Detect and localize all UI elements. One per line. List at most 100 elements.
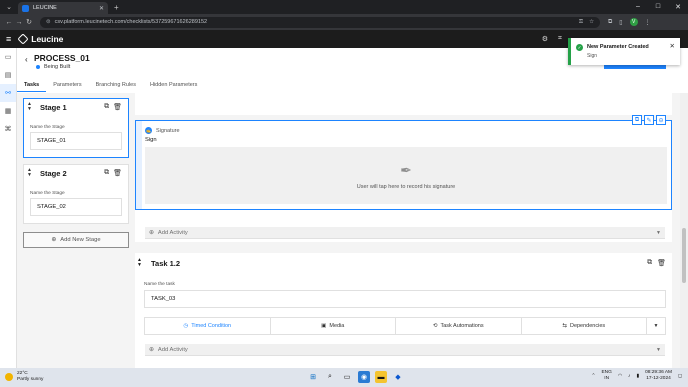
profile-avatar[interactable]: V <box>629 18 638 26</box>
omnibox-icons: ⚿ ☆ <box>579 19 594 26</box>
stages-panel: ▲ ▼ Stage 1 ⧉ 🗑 Name the Stage STAGE_01 ▲… <box>17 93 135 368</box>
sidebar-icon[interactable]: ▯ <box>619 19 622 26</box>
jobs-icon[interactable]: ▤ <box>0 66 16 84</box>
delete-icon[interactable]: 🗑 <box>657 259 666 267</box>
bookmark-star-icon[interactable]: ☆ <box>589 19 594 26</box>
task-view-icon[interactable]: ▭ <box>341 371 353 383</box>
stage-card[interactable]: ▲ ▼ Stage 1 ⧉ 🗑 Name the Stage STAGE_01 <box>23 98 129 158</box>
timed-condition-button[interactable]: ◷ Timed Condition <box>145 318 271 334</box>
new-tab-button[interactable]: + <box>114 3 119 12</box>
chrome-app-icon[interactable]: ◉ <box>358 371 370 383</box>
stage-name: Stage 2 <box>40 169 67 178</box>
tab-hidden-parameters[interactable]: Hidden Parameters <box>143 78 204 92</box>
task-automations-button[interactable]: ⟲ Task Automations <box>396 318 522 334</box>
app-logo-text: Leucine <box>31 34 64 44</box>
page-tabs: Tasks Parameters Branching Rules Hidden … <box>17 78 204 92</box>
add-activity-label: Add Activity <box>157 346 188 353</box>
add-activity-button[interactable]: ⊕ Add Activity ▼ <box>145 227 665 239</box>
page-scrollbar[interactable] <box>680 93 688 368</box>
hamburger-menu-icon[interactable]: ≡ <box>6 34 11 44</box>
password-key-icon[interactable]: ⚿ <box>579 19 583 26</box>
inbox-icon[interactable]: ▭ <box>0 48 16 66</box>
notification-icon[interactable]: ◻ <box>678 374 682 379</box>
copy-icon[interactable]: ⧉ <box>104 103 109 111</box>
plus-circle-icon: ⊕ <box>51 237 57 243</box>
address-bar: ← → ↻ ⊜ csv.platform.leucinetech.com/che… <box>0 14 688 30</box>
windows-start-icon[interactable]: ⊞ <box>307 371 319 383</box>
parameter-type: ✍ Signature <box>145 127 180 134</box>
chevron-down-icon[interactable]: ▼ <box>656 347 661 353</box>
maximize-icon[interactable]: □ <box>648 3 668 11</box>
drag-handle[interactable] <box>136 121 142 209</box>
task-name-input[interactable]: TASK_03 <box>144 290 666 308</box>
add-activity-label: Add Activity <box>157 229 188 236</box>
date: 17-12-2024 <box>646 376 671 381</box>
back-icon[interactable]: ← <box>4 19 14 26</box>
stage-name-input[interactable]: STAGE_02 <box>30 198 122 216</box>
tab-tasks[interactable]: Tasks <box>17 78 47 92</box>
browser-tab-title: LEUCINE <box>33 5 57 11</box>
weather-widget[interactable]: 22°C Partly sunny <box>5 371 43 383</box>
copy-icon[interactable]: ⧉ <box>104 169 109 177</box>
file-explorer-icon[interactable]: ▬ <box>375 371 387 383</box>
success-toast: ✓ New Parameter Created Sign ✕ <box>568 38 680 65</box>
add-new-stage-button[interactable]: ⊕ Add New Stage <box>23 232 129 248</box>
edit-pencil-icon[interactable]: ✎ <box>644 115 654 125</box>
language-indicator[interactable]: ENG IN <box>601 370 611 382</box>
more-dropdown-icon[interactable]: ▼ <box>647 318 665 334</box>
delete-icon[interactable]: 🗑 <box>113 169 122 177</box>
parameter-tools: ⧉ ✎ ⊖ <box>632 115 666 125</box>
system-tray: ⌃ ENG IN ◠ ♪ ▮ 08:29:36 AM 17-12-2024 ◻ <box>591 370 682 382</box>
dependencies-button[interactable]: ⇆ Dependencies <box>522 318 647 334</box>
back-arrow-icon[interactable]: ‹ <box>25 55 28 64</box>
processes-icon[interactable]: ⚯ <box>0 84 16 102</box>
delete-icon[interactable]: 🗑 <box>113 103 122 111</box>
close-toast-icon[interactable]: ✕ <box>670 42 675 50</box>
search-icon[interactable]: ⌕ <box>324 371 336 383</box>
tab-branching-rules[interactable]: Branching Rules <box>89 78 143 92</box>
extensions-icon[interactable]: ⧉ <box>608 19 612 26</box>
calendar-icon[interactable]: ▦ <box>0 102 16 120</box>
ontology-icon[interactable]: ⌘ <box>0 120 16 138</box>
battery-icon[interactable]: ▮ <box>636 374 639 379</box>
task-title: Task 1.2 <box>151 259 181 268</box>
signature-parameter-card[interactable]: ⧉ ✎ ⊖ ✍ Signature Sign ✒ User will tap h… <box>135 115 672 210</box>
os-taskbar: 22°C Partly sunny ⊞ ⌕ ▭ ◉ ▬ ◆ ⌃ ENG IN ◠… <box>0 368 688 387</box>
forward-icon[interactable]: → <box>14 19 24 26</box>
minimize-icon[interactable]: – <box>628 3 648 11</box>
stage-name-input[interactable]: STAGE_01 <box>30 132 122 150</box>
vscode-icon[interactable]: ◆ <box>392 371 404 383</box>
close-tab-icon[interactable]: ✕ <box>99 5 104 12</box>
close-window-icon[interactable]: ✕ <box>668 3 688 11</box>
volume-icon[interactable]: ♪ <box>628 374 630 379</box>
copy-icon[interactable]: ⧉ <box>632 115 642 125</box>
reload-icon[interactable]: ↻ <box>24 18 34 26</box>
tray-chevron-icon[interactable]: ⌃ <box>591 374 595 379</box>
chevron-down-icon[interactable]: ▼ <box>656 230 661 236</box>
scrollbar-thumb[interactable] <box>682 228 686 283</box>
task-actions: ⧉ 🗑 <box>647 259 666 267</box>
settings-gear-icon[interactable]: ⚙ <box>542 35 548 43</box>
reorder-arrows-icon[interactable]: ▲ ▼ <box>27 168 32 178</box>
wifi-icon[interactable]: ◠ <box>618 374 622 379</box>
reorder-arrows-icon[interactable]: ▲ ▼ <box>27 102 32 112</box>
tab-parameters[interactable]: Parameters <box>46 78 88 92</box>
reorder-arrows-icon[interactable]: ▲ ▼ <box>137 258 142 268</box>
browser-menu-icon[interactable]: ⋮ <box>645 19 651 26</box>
media-button[interactable]: ▣ Media <box>271 318 396 334</box>
add-activity-button[interactable]: ⊕ Add Activity ▼ <box>145 344 665 356</box>
clock[interactable]: 08:29:36 AM 17-12-2024 <box>645 370 672 382</box>
copy-icon[interactable]: ⧉ <box>647 259 652 267</box>
site-info-icon[interactable]: ⊜ <box>46 19 51 25</box>
signature-pad[interactable]: ✒ User will tap here to record his signa… <box>145 147 667 204</box>
url-field[interactable]: ⊜ csv.platform.leucinetech.com/checklist… <box>40 16 600 28</box>
stage-card[interactable]: ▲ ▼ Stage 2 ⧉ 🗑 Name the Stage STAGE_02 <box>23 164 129 224</box>
scan-icon[interactable]: ⌗ <box>558 35 562 43</box>
browser-tab[interactable]: LEUCINE ✕ <box>18 2 108 14</box>
stage-actions: ⧉ 🗑 <box>104 103 122 111</box>
task-action-bar: ◷ Timed Condition ▣ Media ⟲ Task Automat… <box>144 317 666 335</box>
tab-search-icon[interactable]: ⌄ <box>3 2 15 12</box>
weather-condition: Partly sunny <box>17 377 44 382</box>
dependencies-icon: ⇆ <box>562 323 567 329</box>
remove-icon[interactable]: ⊖ <box>656 115 666 125</box>
